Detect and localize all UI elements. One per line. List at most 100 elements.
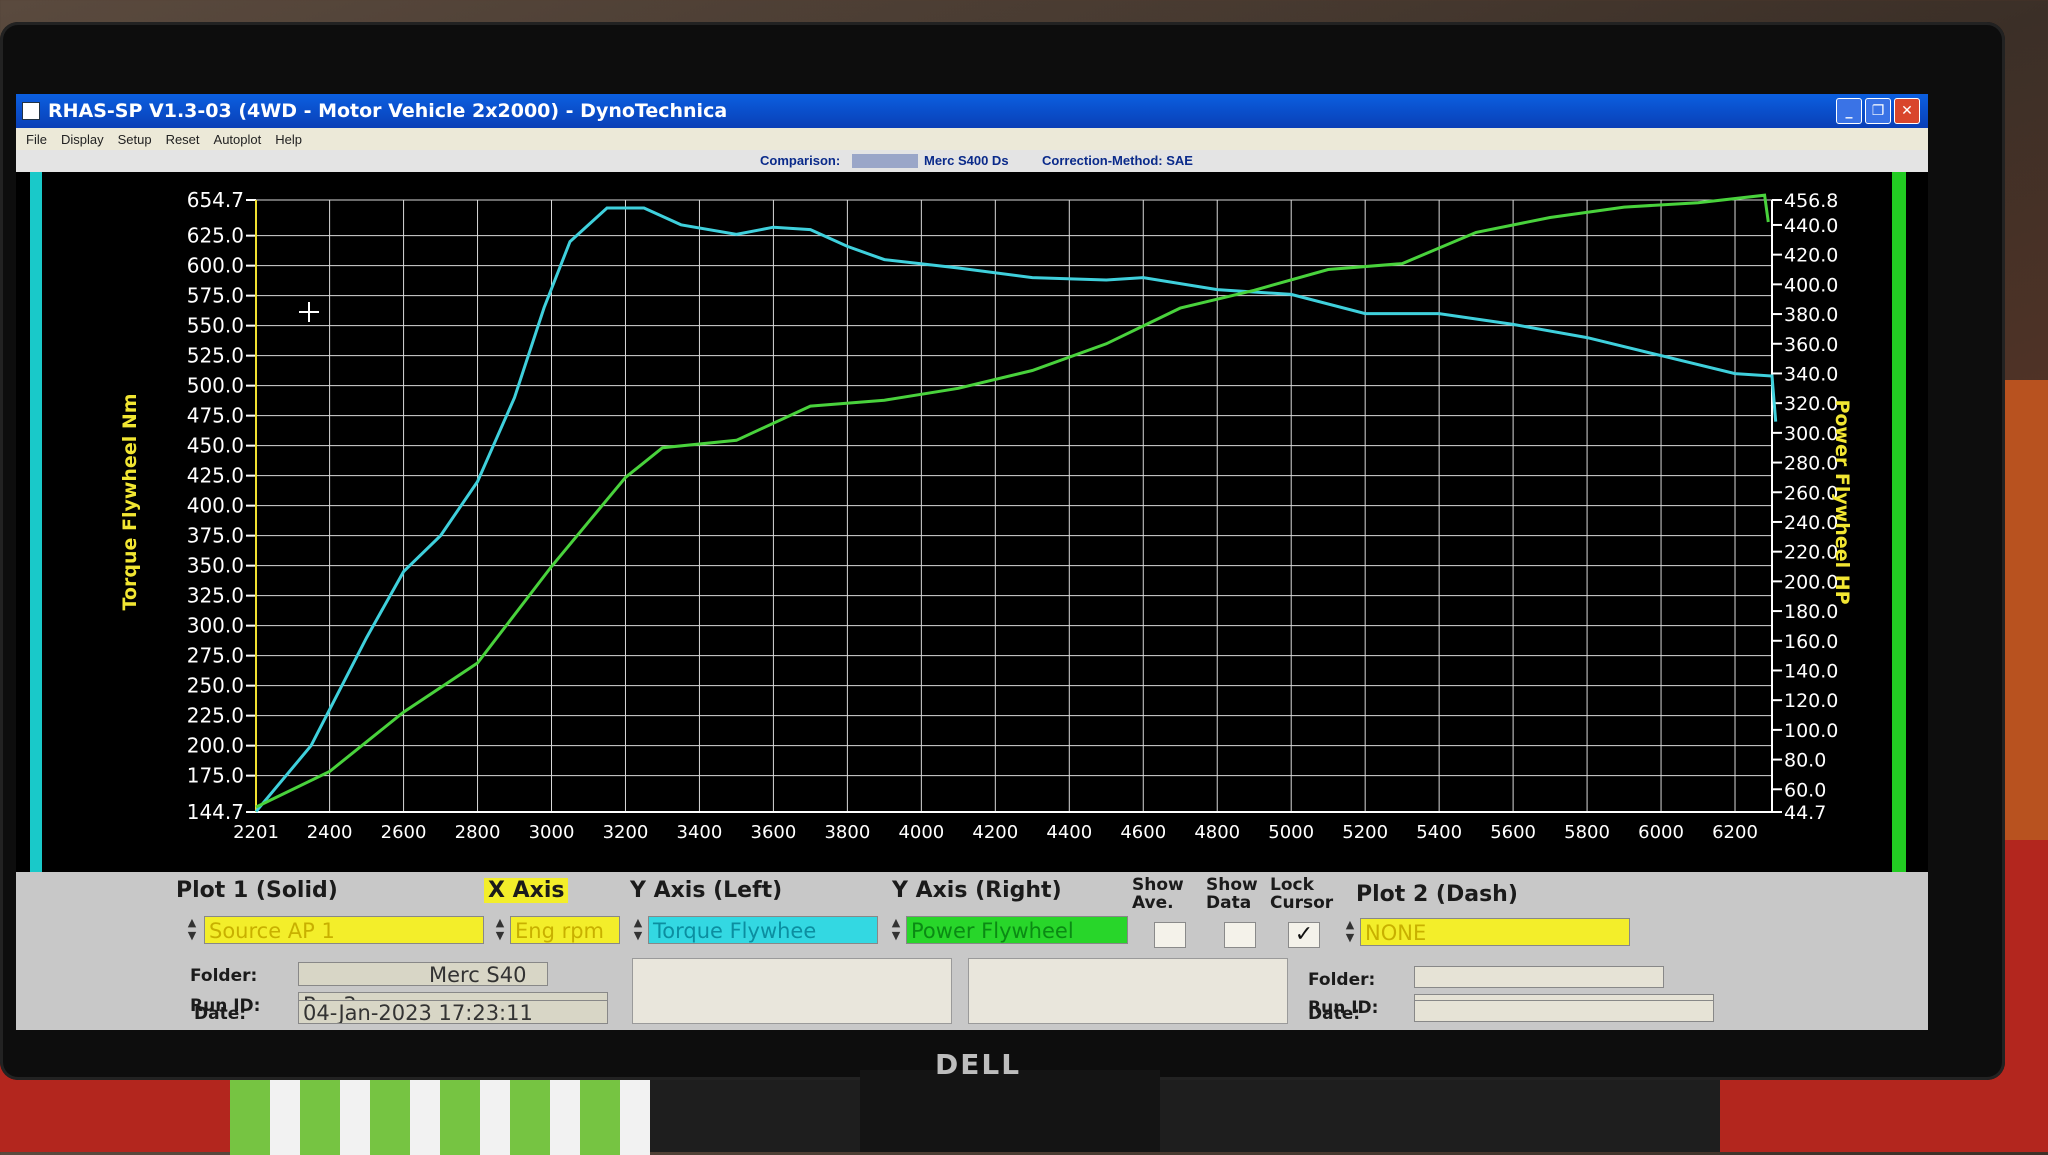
plot2-select[interactable]: NONE	[1360, 918, 1630, 946]
y-right-tick-label: 360.0	[1784, 334, 1838, 356]
y-right-tick-label: 380.0	[1784, 304, 1838, 326]
y-left-tick-label: 450.0	[187, 434, 244, 458]
show-ave-checkbox[interactable]	[1154, 922, 1186, 948]
folder-label: Folder:	[190, 966, 258, 986]
left-axis-color-bar	[30, 172, 42, 872]
x-tick-label: 4000	[898, 822, 944, 843]
window-title: RHAS-SP V1.3-03 (4WD - Motor Vehicle 2x2…	[48, 100, 728, 122]
y-left-tick-label: 200.0	[187, 734, 244, 758]
close-button[interactable]: ✕	[1894, 98, 1920, 124]
xaxis-spinner[interactable]: ▲ ▼	[492, 916, 508, 944]
plot2-folder-field[interactable]	[1414, 966, 1664, 988]
x-tick-label: 4400	[1046, 822, 1092, 843]
y-left-axis-title: Torque Flywheel Nm	[119, 393, 141, 610]
y-left-tick-label: 475.0	[187, 404, 244, 428]
date-label: Date:	[194, 1004, 247, 1024]
y-left-tick-label: 300.0	[187, 614, 244, 638]
y-right-tick-label: 80.0	[1784, 750, 1826, 772]
y-left-tick-label: 625.0	[187, 224, 244, 248]
y-right-axis-title: Power Flywheel HP	[1831, 399, 1853, 604]
window-titlebar[interactable]: RHAS-SP V1.3-03 (4WD - Motor Vehicle 2x2…	[16, 94, 1928, 128]
menu-reset[interactable]: Reset	[166, 132, 200, 147]
right-axis-color-bar	[1892, 172, 1906, 872]
x-tick-label: 4600	[1120, 822, 1166, 843]
y-right-tick-label: 220.0	[1784, 542, 1838, 564]
y-left-tick-label: 175.0	[187, 764, 244, 788]
plot2-title: Plot 2 (Dash)	[1356, 882, 1518, 907]
y-left-tick-label: 525.0	[187, 344, 244, 368]
comparison-bar: Comparison: Merc S400 Ds Correction-Meth…	[16, 150, 1928, 172]
date-field[interactable]: 04-Jan-2023 17:23:11	[298, 1000, 608, 1024]
y-right-tick-label: 260.0	[1784, 482, 1838, 504]
yright-select[interactable]: Power Flywheel	[906, 916, 1128, 944]
yright-title: Y Axis (Right)	[892, 878, 1062, 903]
x-tick-label: 5000	[1268, 822, 1314, 843]
x-tick-label: 6200	[1712, 822, 1758, 843]
y-right-tick-label: 160.0	[1784, 631, 1838, 653]
dyno-chart-svg: 2201 2400 2600 2800 3000 3200 3400 3600 3800 4000…	[30, 172, 1906, 872]
plot1-title: Plot 1 (Solid)	[176, 878, 338, 903]
series-line-torque-flywheel	[254, 206, 1778, 813]
menu-display[interactable]: Display	[61, 132, 104, 147]
y-right-tick-label: 100.0	[1784, 720, 1838, 742]
comparison-swatch	[852, 154, 918, 168]
y-right-tick-label: 300.0	[1784, 423, 1838, 445]
lock-cursor-checkbox[interactable]: ✓	[1288, 922, 1320, 948]
restore-button[interactable]: ❐	[1865, 98, 1891, 124]
show-data-checkbox[interactable]	[1224, 922, 1256, 948]
menu-file[interactable]: File	[26, 132, 47, 147]
yleft-title: Y Axis (Left)	[630, 878, 783, 903]
y-left-tick-label: 600.0	[187, 254, 244, 278]
y-right-tick-label: 60.0	[1784, 779, 1826, 801]
x-tick-label: 2600	[381, 822, 427, 843]
y-left-tick-label: 400.0	[187, 494, 244, 518]
x-tick-label: 2400	[307, 822, 353, 843]
x-tick-label: 4200	[972, 822, 1018, 843]
menubar: File Display Setup Reset Autoplot Help	[16, 128, 1928, 150]
yright-spinner[interactable]: ▲ ▼	[888, 916, 904, 944]
yleft-select[interactable]: Torque Flywhee	[648, 916, 878, 944]
y-right-tick-label: 120.0	[1784, 690, 1838, 712]
y-left-tick-label: 144.7	[187, 800, 244, 824]
dyno-plot[interactable]: 2201 2400 2600 2800 3000 3200 3400 3600 3800 4000…	[16, 172, 1928, 872]
x-tick-label: 2800	[455, 822, 501, 843]
menu-help[interactable]: Help	[275, 132, 302, 147]
monitor-brand-logo: DELL	[935, 1048, 1022, 1081]
y-left-tick-label: 500.0	[187, 374, 244, 398]
y-right-tick-label: 340.0	[1784, 363, 1838, 385]
x-tick-label: 5800	[1564, 822, 1610, 843]
minimize-button[interactable]: _	[1836, 98, 1862, 124]
x-tick-label: 3200	[603, 822, 649, 843]
y-right-tick-label: 440.0	[1784, 215, 1838, 237]
plot2-spinner[interactable]: ▲ ▼	[1342, 918, 1358, 946]
yleft-spinner[interactable]: ▲ ▼	[630, 916, 646, 944]
source-select[interactable]: Source AP 1	[204, 916, 484, 944]
y-right-tick-label: 456.8	[1784, 190, 1838, 212]
monitor-stand	[860, 1070, 1160, 1152]
show-data-label: Show Data	[1206, 875, 1258, 913]
yright-info-box	[968, 958, 1288, 1024]
plot2-date-field[interactable]	[1414, 1000, 1714, 1022]
y-right-tick-label: 140.0	[1784, 660, 1838, 682]
x-tick-label: 5400	[1416, 822, 1462, 843]
x-tick-label: 4800	[1194, 822, 1240, 843]
y-left-tick-label: 575.0	[187, 284, 244, 308]
menu-autoplot[interactable]: Autoplot	[214, 132, 262, 147]
x-tick-label: 5600	[1490, 822, 1536, 843]
x-tick-label: 3800	[824, 822, 870, 843]
x-tick-label: 3000	[529, 822, 575, 843]
folder-field[interactable]: Merc S40	[298, 962, 548, 986]
y-left-tick-label: 654.7	[187, 188, 244, 212]
y-left-tick-label: 275.0	[187, 644, 244, 668]
y-left-tick-label: 425.0	[187, 464, 244, 488]
xaxis-select[interactable]: Eng rpm	[510, 916, 620, 944]
x-tick-label: 6000	[1638, 822, 1684, 843]
y-left-tick-label: 250.0	[187, 674, 244, 698]
comparison-label: Comparison:	[760, 153, 841, 168]
correction-method: Correction-Method: SAE	[1042, 153, 1193, 168]
y-left-tick-label: 325.0	[187, 584, 244, 608]
y-right-tick-label: 240.0	[1784, 512, 1838, 534]
y-right-tick-label: 400.0	[1784, 274, 1838, 296]
menu-setup[interactable]: Setup	[118, 132, 152, 147]
source-spinner[interactable]: ▲ ▼	[184, 916, 200, 944]
